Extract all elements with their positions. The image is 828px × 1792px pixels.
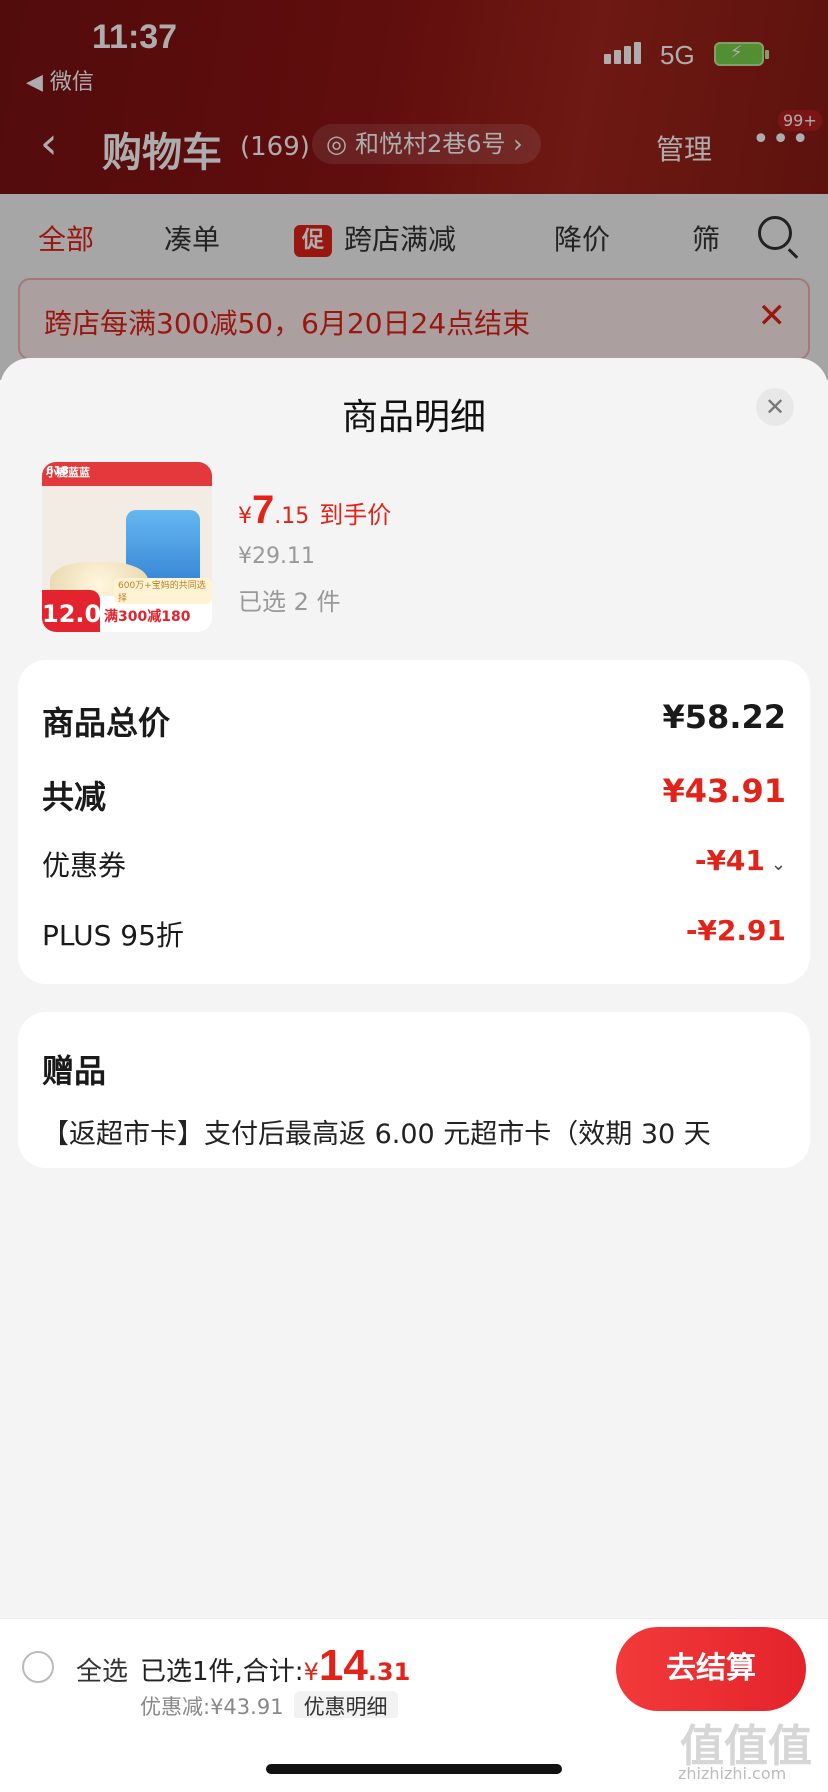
cart-page-background: 11:37 ◀ 微信 5G ⚡ ‹ 购物车 (169) ◎ 和悦村2巷6号 › 管… — [0, 0, 828, 380]
final-price-label: 到手价 — [319, 501, 392, 529]
coupon-value: -¥41 — [694, 844, 765, 877]
total-discount-value: ¥43.91 — [662, 772, 786, 810]
discount-summary: 优惠减:¥43.91 优惠明细 — [140, 1691, 398, 1721]
checkout-bar: 全选 已选1件,合计:¥14.31 优惠减:¥43.91 优惠明细 去结算 — [0, 1618, 828, 1721]
gift-title: 赠品 — [42, 1052, 107, 1090]
product-detail-sheet: 商品明细 ✕ 618 小鹿蓝蓝 600万+宝妈的共同选择 12.0 满300减18… — [0, 358, 828, 1618]
sheet-title: 商品明细 — [341, 397, 486, 438]
gift-card: 赠品 【返超市卡】支付后最高返 6.00 元超市卡（效期 30 天 — [18, 1012, 810, 1168]
dim-overlay[interactable] — [0, 0, 828, 380]
select-all-label[interactable]: 全选 — [76, 1651, 128, 1688]
close-icon[interactable]: ✕ — [756, 388, 794, 426]
plus-discount-value: -¥2.91 — [685, 914, 786, 947]
select-all-checkbox[interactable] — [22, 1651, 54, 1683]
selected-quantity: 已选 2 件 — [238, 588, 341, 616]
price-summary-card: 商品总价 ¥58.22 共减 ¥43.91 优惠券 -¥41 ⌄ PLUS 95折… — [18, 660, 810, 984]
watermark-url: zhizhizhi.com — [678, 1764, 787, 1783]
discount-detail-button[interactable]: 优惠明细 — [293, 1691, 398, 1721]
product-image-promo: 满300减180 — [104, 609, 191, 625]
product-image-subtitle: 600万+宝妈的共同选择 — [114, 578, 212, 604]
checkout-button[interactable]: 去结算 — [616, 1627, 806, 1711]
gift-description: 【返超市卡】支付后最高返 6.00 元超市卡（效期 30 天 — [42, 1119, 711, 1150]
product-image-brand: 小鹿蓝蓝 — [46, 466, 90, 479]
final-price: ¥7.15 到手价 — [238, 488, 392, 532]
original-price: ¥29.11 — [238, 544, 315, 569]
chevron-down-icon[interactable]: ⌄ — [771, 854, 786, 875]
home-indicator[interactable] — [266, 1764, 562, 1774]
total-price-value: ¥58.22 — [662, 698, 786, 736]
product-image[interactable]: 618 小鹿蓝蓝 600万+宝妈的共同选择 12.0 满300减180 — [42, 462, 212, 632]
product-image-price: 12.0 — [42, 590, 101, 632]
order-total: 已选1件,合计:¥14.31 — [140, 1641, 411, 1690]
